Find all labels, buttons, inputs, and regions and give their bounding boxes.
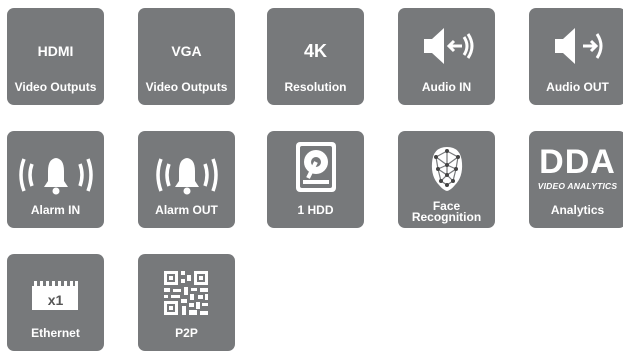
ethernet-feature-tile: x1 Ethernet: [7, 254, 104, 351]
vga-title: VGA: [171, 43, 202, 59]
audio-out-label: Audio OUT: [546, 80, 609, 94]
ethernet-label: Ethernet: [31, 326, 80, 340]
audio-in-feature-tile: Audio IN: [398, 8, 495, 105]
alarm-in-label: Alarm IN: [30, 203, 81, 217]
alarm-out-label: Alarm OUT: [155, 203, 218, 217]
hard-drive-icon: [296, 142, 336, 192]
resolution-title: 4K: [303, 41, 327, 61]
hdd-label: 1 HDD: [297, 203, 334, 217]
analytics-label: Analytics: [550, 203, 605, 217]
hdmi-label: Video Outputs: [14, 80, 97, 94]
dda-logo-subtitle: VIDEO ANALYTICS: [537, 181, 618, 191]
bell-in-icon: [19, 158, 93, 195]
resolution-feature-tile: 4K Resolution: [267, 8, 364, 105]
p2p-label: P2P: [175, 326, 198, 340]
analytics-feature-tile: DDA VIDEO ANALYTICS Analytics: [529, 131, 623, 228]
face-label-line2: Recognition: [411, 210, 482, 224]
speaker-in-icon: [424, 28, 474, 64]
face-recognition-feature-tile: Face Recognition: [398, 131, 495, 228]
p2p-feature-tile: P2P: [138, 254, 235, 351]
face-mesh-icon: [431, 147, 463, 191]
ethernet-port-count: x1: [47, 292, 64, 308]
resolution-label: Resolution: [284, 80, 347, 94]
speaker-out-icon: [555, 28, 603, 64]
alarm-in-feature-tile: Alarm IN: [7, 131, 104, 228]
hdmi-feature-tile: HDMI Video Outputs: [7, 8, 104, 105]
hdmi-title: HDMI: [37, 43, 74, 59]
audio-in-label: Audio IN: [421, 80, 472, 94]
bell-out-icon: [156, 158, 218, 195]
dda-logo: DDA: [539, 143, 616, 181]
alarm-out-feature-tile: Alarm OUT: [138, 131, 235, 228]
vga-feature-tile: VGA Video Outputs: [138, 8, 235, 105]
qr-code-icon: [164, 271, 208, 315]
audio-out-feature-tile: Audio OUT: [529, 8, 623, 105]
vga-label: Video Outputs: [145, 80, 228, 94]
hdd-feature-tile: 1 HDD: [267, 131, 364, 228]
